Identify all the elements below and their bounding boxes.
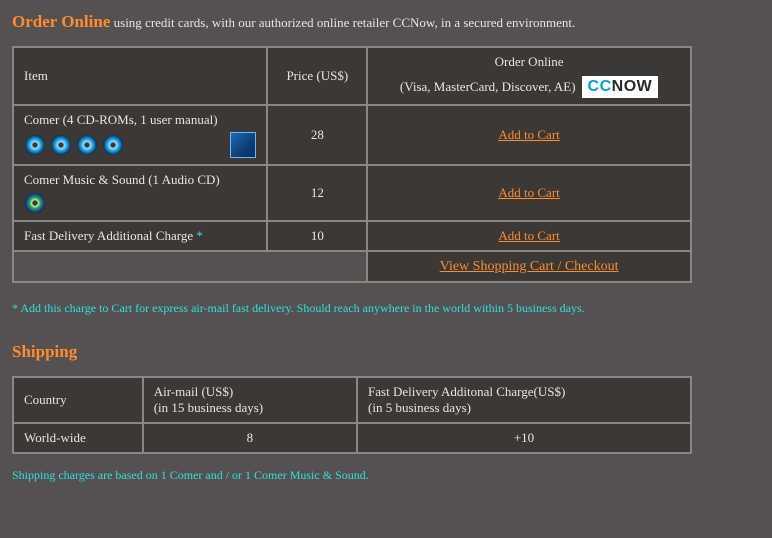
header-item: Item — [13, 47, 267, 105]
order-price-0: 28 — [267, 105, 367, 165]
view-cart-cell: View Shopping Cart / Checkout — [367, 251, 691, 282]
order-header-row: Item Price (US$) Order Online (Visa, Mas… — [13, 47, 691, 105]
order-item-2-title: Fast Delivery Additional Charge — [24, 228, 193, 243]
ccnow-cc: CC — [588, 78, 612, 96]
add-to-cart-link-1[interactable]: Add to Cart — [498, 185, 559, 200]
cd-icon — [76, 134, 98, 156]
shipping-header-row: Country Air-mail (US$) (in 15 business d… — [13, 377, 691, 423]
add-to-cart-link-0[interactable]: Add to Cart — [498, 127, 559, 142]
order-price-1: 12 — [267, 165, 367, 221]
view-cart-link[interactable]: View Shopping Cart / Checkout — [440, 259, 619, 274]
ccnow-badge: CCNOW — [582, 76, 659, 98]
header-fast-l1: Fast Delivery Additonal Charge(US$) — [368, 384, 680, 400]
shipping-fast: +10 — [357, 423, 691, 453]
header-airmail-l2: (in 15 business days) — [154, 400, 346, 416]
header-order-line2: (Visa, MasterCard, Discover, AE) — [400, 79, 576, 95]
order-row-2: Fast Delivery Additional Charge * 10 Add… — [13, 221, 691, 251]
ccnow-now: NOW — [612, 78, 653, 96]
view-cart-row: View Shopping Cart / Checkout — [13, 251, 691, 282]
order-item-0: Comer (4 CD-ROMs, 1 user manual) — [13, 105, 267, 165]
order-item-2: Fast Delivery Additional Charge * — [13, 221, 267, 251]
footnote: * Add this charge to Cart for express ai… — [12, 301, 760, 316]
shipping-note: Shipping charges are based on 1 Comer an… — [12, 468, 760, 483]
header-price: Price (US$) — [267, 47, 367, 105]
order-item-0-title: Comer (4 CD-ROMs, 1 user manual) — [24, 112, 256, 128]
cd-icon — [102, 134, 124, 156]
shipping-row: World-wide 8 +10 — [13, 423, 691, 453]
shipping-heading: Shipping — [12, 342, 760, 362]
asterisk-icon: * — [196, 228, 203, 243]
shipping-air: 8 — [143, 423, 357, 453]
header-airmail: Air-mail (US$) (in 15 business days) — [143, 377, 357, 423]
cd-icon — [24, 192, 46, 214]
order-online-heading: Order Online — [12, 12, 110, 31]
header-order-line1: Order Online — [378, 54, 680, 70]
header-order: Order Online (Visa, MasterCard, Discover… — [367, 47, 691, 105]
header-fast: Fast Delivery Additonal Charge(US$) (in … — [357, 377, 691, 423]
order-item-0-icons — [24, 132, 256, 158]
shipping-country: World-wide — [13, 423, 143, 453]
intro-line: Order Online using credit cards, with ou… — [12, 12, 760, 32]
order-item-1: Comer Music & Sound (1 Audio CD) — [13, 165, 267, 221]
cd-icon — [24, 134, 46, 156]
order-table: Item Price (US$) Order Online (Visa, Mas… — [12, 46, 692, 283]
add-to-cart-link-2[interactable]: Add to Cart — [498, 228, 559, 243]
intro-text: using credit cards, with our authorized … — [114, 15, 576, 30]
order-row-0: Comer (4 CD-ROMs, 1 user manual) 28 Add … — [13, 105, 691, 165]
header-country: Country — [13, 377, 143, 423]
order-action-0-cell: Add to Cart — [367, 105, 691, 165]
order-row-1: Comer Music & Sound (1 Audio CD) 12 Add … — [13, 165, 691, 221]
cd-icon — [50, 134, 72, 156]
order-item-1-icons — [24, 192, 256, 214]
manual-thumb-icon — [230, 132, 256, 158]
order-action-1-cell: Add to Cart — [367, 165, 691, 221]
shipping-table: Country Air-mail (US$) (in 15 business d… — [12, 376, 692, 454]
order-action-2-cell: Add to Cart — [367, 221, 691, 251]
header-fast-l2: (in 5 business days) — [368, 400, 680, 416]
header-airmail-l1: Air-mail (US$) — [154, 384, 346, 400]
order-price-2: 10 — [267, 221, 367, 251]
order-item-1-title: Comer Music & Sound (1 Audio CD) — [24, 172, 256, 188]
